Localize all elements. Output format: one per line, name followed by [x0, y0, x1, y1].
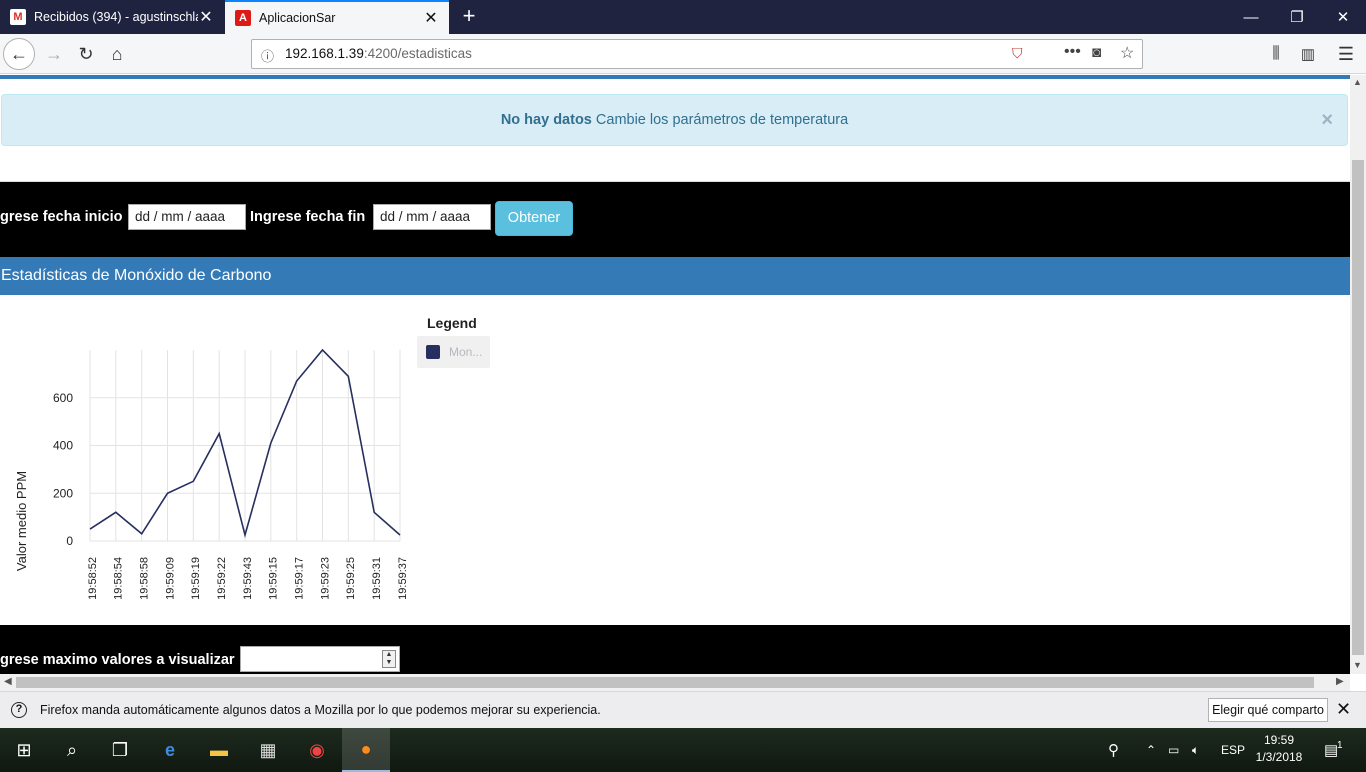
navigation-toolbar: ← → ↻ ⌂ ⓘ 192.168.1.39:4200/estadisticas… [0, 34, 1366, 74]
close-tab-icon[interactable]: ✕ [423, 8, 439, 28]
x-tick-label: 19:58:54 [113, 557, 125, 600]
shield-icon[interactable]: ⛉ [1012, 45, 1023, 62]
sidebar-icon[interactable]: ▥ [1292, 38, 1324, 70]
menu-icon[interactable]: ☰ [1330, 38, 1362, 70]
language-indicator[interactable]: ESP [1221, 728, 1245, 772]
clock-time: 19:59 [1263, 733, 1295, 747]
legend-item[interactable]: Mon... [417, 336, 490, 368]
telemetry-notification: ? Firefox manda automáticamente algunos … [0, 691, 1366, 728]
y-tick-label: 0 [66, 534, 73, 548]
info-icon[interactable]: ⓘ [261, 46, 274, 65]
tab-title: Recibidos (394) - agustinschlap [34, 10, 198, 24]
date-filter-form: grese fecha inicio dd / mm / aaaa Ingres… [0, 182, 1350, 257]
panel-title: Estadísticas de Monóxido de Carbono [0, 257, 1350, 295]
chrome-icon[interactable]: ◉ [293, 728, 341, 772]
search-icon[interactable]: ⌕ [48, 728, 96, 772]
max-values-form: grese maximo valores a visualizar ▲ ▼ [0, 625, 1350, 674]
x-tick-label: 19:59:43 [242, 557, 254, 600]
windows-taskbar: ⊞ ⌕ ❐ e ▬ ▦ ◉ ● ⚲ ⌃ ▭ 🔈︎ ESP 19:59 1/3/2… [0, 728, 1366, 772]
file-explorer-icon[interactable]: ▬ [195, 728, 243, 772]
store-icon[interactable]: ▦ [244, 728, 292, 772]
task-view-icon[interactable]: ❐ [96, 728, 144, 772]
alert-message: Cambie los parámetros de temperatura [595, 112, 849, 128]
firefox-icon[interactable]: ● [342, 728, 390, 772]
battery-icon[interactable]: ▭ [1168, 728, 1179, 772]
minimize-button[interactable]: — [1228, 0, 1274, 34]
x-tick-label: 19:59:25 [345, 557, 357, 600]
gmail-icon: M [10, 9, 26, 25]
close-icon[interactable]: ✕ [1336, 699, 1351, 720]
legend-swatch [426, 345, 440, 359]
show-hidden-icons-chevron-icon[interactable]: ⌃ [1146, 728, 1156, 772]
pocket-icon[interactable]: ◙ [1092, 44, 1101, 61]
url-bar[interactable]: ⓘ 192.168.1.39:4200/estadisticas ⛉ ••• ◙… [251, 39, 1143, 69]
vertical-scroll-thumb[interactable] [1352, 160, 1364, 655]
choose-what-to-share-button[interactable]: Elegir qué comparto [1208, 698, 1328, 722]
x-tick-label: 19:59:19 [190, 557, 202, 600]
tab-title: AplicacionSar [259, 11, 336, 25]
x-tick-label: 19:59:37 [397, 557, 409, 600]
library-icon[interactable]: ⫼ [1260, 38, 1292, 70]
x-tick-label: 19:59:23 [319, 557, 331, 600]
forward-button[interactable]: → [38, 38, 70, 70]
bookmark-star-icon[interactable]: ☆ [1120, 43, 1134, 63]
edge-icon[interactable]: e [146, 728, 194, 772]
notification-text: Firefox manda automáticamente algunos da… [40, 703, 601, 717]
navbar-bottom-strip [0, 75, 1350, 79]
y-tick-label: 200 [53, 486, 73, 500]
clock[interactable]: 19:59 1/3/2018 [1252, 732, 1306, 766]
horizontal-scroll-thumb[interactable] [16, 677, 1314, 688]
scroll-right-icon[interactable]: ▶ [1336, 676, 1344, 687]
start-date-label: grese fecha inicio [0, 209, 123, 225]
tab-gmail[interactable]: M Recibidos (394) - agustinschlap ✕ [0, 0, 224, 34]
angular-icon: A [235, 10, 251, 26]
notification-count: 1 [1337, 739, 1343, 751]
page-actions-icon[interactable]: ••• [1064, 43, 1081, 61]
y-tick-label: 600 [53, 391, 73, 405]
close-tab-icon[interactable]: ✕ [198, 7, 214, 27]
page-content: No hay datos Cambie los parámetros de te… [0, 75, 1350, 674]
x-tick-label: 19:59:15 [268, 557, 280, 600]
restore-button[interactable]: ❐ [1274, 0, 1320, 34]
close-window-button[interactable]: ✕ [1320, 0, 1366, 34]
obtener-button[interactable]: Obtener [495, 201, 573, 236]
number-spinner[interactable]: ▲ ▼ [382, 650, 396, 668]
legend-title: Legend [427, 315, 477, 331]
x-tick-label: 19:59:31 [371, 557, 383, 600]
legend-label: Mon... [449, 345, 483, 359]
info-alert: No hay datos Cambie los parámetros de te… [1, 94, 1348, 146]
alert-close-icon[interactable]: × [1321, 95, 1333, 145]
url-text: 192.168.1.39:4200/estadisticas [285, 46, 472, 61]
scroll-up-icon[interactable]: ▲ [1353, 77, 1362, 87]
windows-start-icon[interactable]: ⊞ [0, 728, 48, 772]
x-tick-label: 19:58:58 [139, 557, 151, 600]
x-tick-label: 19:59:17 [294, 557, 306, 600]
back-button[interactable]: ← [3, 38, 35, 70]
tab-bar: M Recibidos (394) - agustinschlap ✕ A Ap… [0, 0, 1366, 34]
scroll-down-icon[interactable]: ▼ [1353, 660, 1362, 670]
x-tick-label: 19:59:09 [164, 557, 176, 600]
scroll-left-icon[interactable]: ◀ [4, 676, 12, 687]
reload-button[interactable]: ↻ [70, 38, 102, 70]
tab-aplicacionsar[interactable]: A AplicacionSar ✕ [225, 0, 449, 34]
y-tick-label: 400 [53, 439, 73, 453]
end-date-label: Ingrese fecha fin [250, 209, 366, 225]
alert-title: No hay datos [500, 112, 592, 128]
y-axis-label: Valor medio PPM [14, 471, 29, 571]
home-button[interactable]: ⌂ [101, 38, 133, 70]
people-icon[interactable]: ⚲ [1108, 728, 1119, 772]
clock-date: 1/3/2018 [1255, 750, 1303, 764]
x-tick-label: 19:59:22 [216, 557, 228, 600]
new-tab-button[interactable]: + [456, 4, 482, 30]
max-values-input[interactable]: ▲ ▼ [240, 646, 400, 672]
x-tick-label: 19:58:52 [87, 557, 99, 600]
end-date-input[interactable]: dd / mm / aaaa [373, 204, 491, 230]
max-values-label: grese maximo valores a visualizar [0, 652, 235, 668]
question-icon: ? [11, 702, 27, 718]
start-date-input[interactable]: dd / mm / aaaa [128, 204, 246, 230]
volume-icon[interactable]: 🔈︎ [1192, 728, 1199, 772]
